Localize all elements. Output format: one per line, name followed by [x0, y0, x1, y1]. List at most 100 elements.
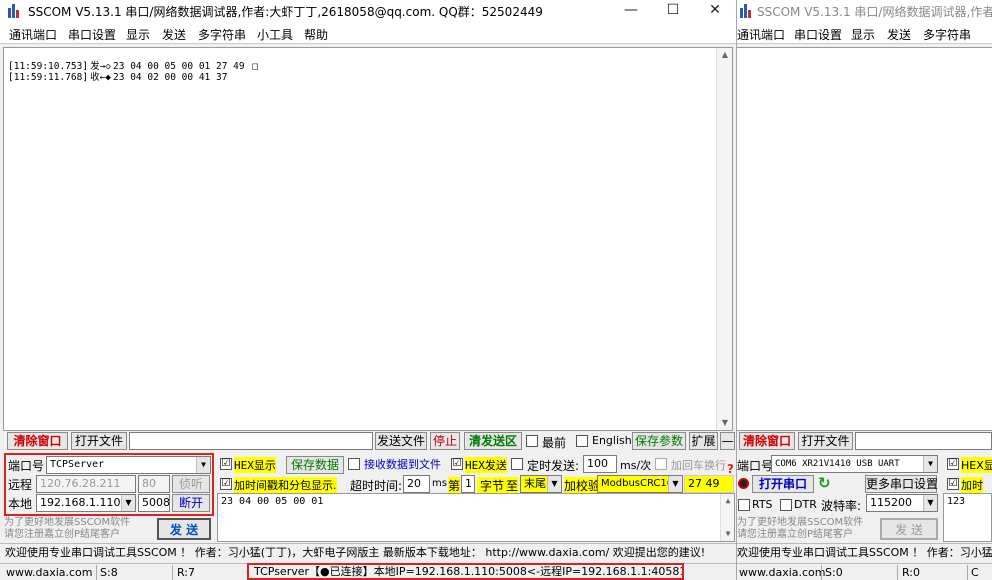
stop-button[interactable]: 停止 — [430, 432, 460, 450]
send-scrollbar[interactable]: ▲ ▼ — [720, 494, 734, 541]
refresh-icon[interactable]: ↻ — [818, 474, 831, 492]
dropdown-arrow-icon[interactable]: ▼ — [668, 476, 682, 492]
dropdown-arrow-icon[interactable]: ▼ — [121, 495, 135, 511]
status-bar: www.daxia.com S:0 R:0 C — [737, 563, 992, 580]
log-direction: 收←◆ — [90, 72, 112, 83]
port-select[interactable]: TCPServer ▼ — [46, 456, 211, 474]
local-ip-value: 192.168.1.110 — [40, 496, 121, 509]
scroll-up-icon[interactable]: ▲ — [717, 48, 732, 62]
promo-line-1: 为了更好地发展SSCOM软件 — [737, 517, 864, 528]
title-bar: SSCOM V5.13.1 串口/网络数据调试器,作者:大 — [737, 0, 992, 22]
menu-display[interactable]: 显示 — [126, 26, 150, 43]
port-select-value: COM6 XR21V1410 USB UART — [775, 459, 900, 469]
hex-display-checkbox[interactable]: ☑ — [947, 458, 959, 470]
marquee-text: 欢迎使用专业串口调试工具SSCOM ！ 作者：习小猛(丁丁)，大虾电子网版主 最… — [737, 543, 992, 561]
collapse-button[interactable]: — — [720, 432, 735, 450]
more-serial-settings-button[interactable]: 更多串口设置 — [865, 475, 938, 493]
open-port-button[interactable]: 打开串口 — [752, 475, 814, 493]
local-ip-select[interactable]: 192.168.1.110 ▼ — [36, 494, 136, 512]
send-input[interactable]: 123 — [943, 493, 992, 542]
close-button[interactable]: ✕ — [693, 0, 736, 22]
port-select[interactable]: COM6 XR21V1410 USB UART ▼ — [771, 455, 938, 473]
remote-ip-input[interactable]: 120.76.28.211 — [36, 475, 136, 493]
add-crlf-checkbox[interactable] — [655, 458, 667, 470]
timed-send-label: 定时发送: — [527, 459, 580, 473]
receive-area[interactable] — [737, 47, 992, 431]
baud-select[interactable]: 115200 ▼ — [866, 494, 938, 512]
clear-send-button[interactable]: 清发送区 — [464, 432, 522, 450]
receive-area[interactable]: [11:59:10.753] 发→◇ 23 04 00 05 00 01 27 49… — [3, 47, 733, 431]
disconnect-button[interactable]: 断开 — [172, 494, 210, 512]
local-port-input[interactable]: 5008 — [138, 494, 170, 512]
window-title: SSCOM V5.13.1 串口/网络数据调试器,作者:大 — [757, 5, 992, 19]
menu-bar: 通讯端口 串口设置 显示 发送 多字符串 小工具 帮助 — [0, 22, 736, 44]
remote-port-input[interactable]: 80 — [138, 475, 170, 493]
scroll-up-icon[interactable]: ▲ — [721, 494, 734, 508]
send-input[interactable]: 23 04 00 05 00 01 ▲ ▼ — [217, 493, 735, 542]
minimize-button[interactable]: — — [609, 0, 653, 22]
hex-send-checkbox[interactable]: ☑ — [451, 458, 463, 470]
checksum-label: 加校验 — [564, 477, 601, 494]
menu-serial-settings[interactable]: 串口设置 — [68, 26, 116, 43]
menu-help[interactable]: 帮助 — [304, 26, 328, 43]
timestamp-checkbox[interactable]: ☑ — [220, 478, 232, 490]
dropdown-arrow-icon[interactable]: ▼ — [923, 495, 937, 511]
status-site[interactable]: www.daxia.com — [6, 566, 93, 579]
hex-send-label: HEX发送 — [465, 457, 507, 473]
promo-line-2: 请您注册嘉立创P结尾客户 — [737, 529, 854, 540]
checksum-select[interactable]: ModbusCRC16 ▼ — [597, 475, 683, 493]
timestamp-label: 加时间戳和分包显示. — [234, 477, 337, 493]
menu-display[interactable]: 显示 — [851, 26, 875, 43]
expand-button[interactable]: 扩展 — [689, 432, 718, 450]
interval-unit: ms/次 — [620, 459, 652, 472]
timeout-input[interactable]: 20 — [403, 475, 430, 493]
dtr-checkbox[interactable] — [780, 499, 792, 511]
menu-send[interactable]: 发送 — [887, 26, 911, 43]
dropdown-arrow-icon[interactable]: ▼ — [923, 456, 937, 472]
maximize-button[interactable]: ☐ — [651, 0, 695, 22]
clear-window-button[interactable]: 清除窗口 — [739, 432, 795, 450]
listen-button[interactable]: 侦听 — [172, 475, 210, 493]
english-checkbox[interactable] — [576, 435, 588, 447]
recv-to-file-checkbox[interactable] — [348, 458, 360, 470]
file-path-input[interactable] — [129, 432, 373, 450]
open-file-button[interactable]: 打开文件 — [798, 432, 853, 450]
send-button[interactable]: 发 送 — [880, 518, 938, 540]
receive-scrollbar[interactable]: ▲ ▼ — [716, 48, 732, 430]
status-sent-count: S:0 — [825, 566, 843, 579]
save-data-button[interactable]: 保存数据 — [286, 456, 344, 474]
send-button[interactable]: 发 送 — [157, 518, 211, 540]
byte-start-input[interactable]: 1 — [461, 475, 475, 493]
scroll-down-icon[interactable]: ▼ — [717, 416, 732, 430]
port-label: 端口号 — [8, 459, 45, 473]
add-time-checkbox[interactable]: ☑ — [947, 478, 959, 490]
scroll-down-icon[interactable]: ▼ — [721, 527, 734, 541]
open-file-button[interactable]: 打开文件 — [71, 432, 127, 450]
byte-end-select[interactable]: 末尾 ▼ — [520, 475, 562, 493]
menu-serial-settings[interactable]: 串口设置 — [794, 26, 842, 43]
menu-comm-port[interactable]: 通讯端口 — [9, 26, 57, 43]
window-title: SSCOM V5.13.1 串口/网络数据调试器,作者:大虾丁丁,2618058… — [28, 5, 543, 19]
help-question-icon[interactable]: ? — [727, 462, 734, 476]
menu-multi-string[interactable]: 多字符串 — [923, 26, 971, 43]
menu-tools[interactable]: 小工具 — [257, 26, 293, 43]
file-path-input[interactable] — [855, 432, 992, 450]
interval-input[interactable]: 100 — [583, 455, 617, 473]
menu-comm-port[interactable]: 通讯端口 — [737, 26, 785, 43]
topmost-checkbox[interactable] — [526, 435, 538, 447]
rts-checkbox[interactable] — [738, 499, 750, 511]
clear-window-button[interactable]: 清除窗口 — [7, 432, 68, 450]
timed-send-checkbox[interactable] — [511, 458, 523, 470]
dropdown-arrow-icon[interactable]: ▼ — [196, 457, 210, 473]
save-params-button[interactable]: 保存参数 — [632, 432, 686, 450]
menu-send[interactable]: 发送 — [162, 26, 186, 43]
dropdown-arrow-icon[interactable]: ▼ — [547, 476, 561, 492]
menu-multi-string[interactable]: 多字符串 — [198, 26, 246, 43]
hex-display-label: HEX显 — [961, 457, 992, 473]
topmost-label: 最前 — [542, 436, 567, 450]
status-site[interactable]: www.daxia.com — [739, 566, 826, 579]
hex-display-checkbox[interactable]: ☑ — [220, 458, 232, 470]
send-file-button[interactable]: 发送文件 — [375, 432, 427, 450]
send-text: 123 — [947, 496, 966, 507]
port-label: 端口号 — [737, 459, 774, 473]
